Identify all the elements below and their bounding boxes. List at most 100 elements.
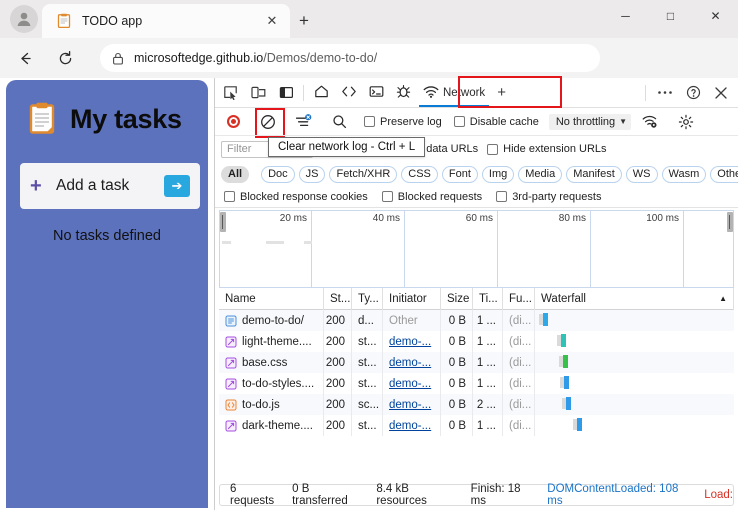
initiator-text: Other [389, 314, 418, 327]
request-name: to-do.js [242, 398, 280, 411]
column-header-initiator[interactable]: Initiator [383, 287, 441, 310]
record-button[interactable] [220, 109, 246, 135]
network-overview-timeline[interactable]: 20 ms 40 ms 60 ms 80 ms 100 ms [219, 210, 734, 288]
network-status-bar: 6 requests 0 B transferred 8.4 kB resour… [219, 483, 734, 507]
table-row[interactable]: demo-to-do/200 d... Other 0 B1 ... (di... [219, 310, 734, 331]
disable-cache-label: Disable cache [469, 115, 539, 128]
table-body: demo-to-do/200 d... Other 0 B1 ... (di... lig… [219, 310, 734, 436]
more-tools-ellipsis-icon[interactable] [652, 80, 678, 106]
column-header-name[interactable]: Name [219, 287, 324, 310]
window-close-button[interactable]: ✕ [693, 0, 738, 32]
checkbox-box [364, 116, 375, 127]
checkbox-box [496, 191, 508, 202]
cell-time: 1 ... [473, 352, 503, 373]
initiator-link[interactable]: demo-... [389, 399, 431, 411]
tab-network[interactable]: Network [417, 78, 491, 107]
address-bar: microsoftedge.github.io/Demos/demo-to-do… [0, 38, 738, 103]
table-row[interactable]: light-theme.... 200 st... demo-... 0 B1 ... (… [219, 331, 734, 352]
cell-waterfall [535, 352, 734, 373]
initiator-link[interactable]: demo-... [389, 336, 431, 348]
stylesheet-icon [225, 357, 237, 369]
filter-button[interactable] [290, 109, 316, 135]
third-party-requests-checkbox[interactable]: 3rd-party requests [496, 191, 601, 203]
hide-extension-urls-checkbox[interactable]: Hide extension URLs [487, 143, 607, 155]
dock-side-icon[interactable] [273, 80, 299, 106]
tab-close-icon[interactable]: ✕ [262, 11, 282, 31]
overview-request-bar [266, 241, 284, 244]
initiator-link[interactable]: demo-... [389, 378, 431, 390]
help-icon[interactable] [680, 80, 706, 106]
devtools-tabbar-right [641, 80, 738, 106]
initiator-link[interactable]: demo-... [389, 357, 431, 369]
tab-welcome[interactable] [308, 78, 335, 107]
column-header-time[interactable]: Ti... [473, 287, 503, 310]
tab-elements[interactable] [335, 78, 363, 107]
add-panel-button[interactable]: + [491, 78, 512, 107]
window-maximize-button[interactable]: □ [648, 0, 693, 32]
reload-button[interactable] [50, 43, 80, 73]
empty-state-text: No tasks defined [52, 228, 161, 244]
chip-font[interactable]: Font [441, 165, 478, 183]
waterfall-duration-bar [563, 355, 568, 368]
column-header-waterfall[interactable]: Waterfall ▲ [535, 287, 734, 310]
close-devtools-icon[interactable] [708, 80, 734, 106]
chip-other[interactable]: Other [710, 165, 738, 183]
chip-media[interactable]: Media [518, 165, 563, 183]
initiator-link[interactable]: demo-... [389, 420, 431, 432]
search-icon[interactable] [326, 109, 352, 135]
table-row[interactable]: dark-theme.... 200 st... demo-... 0 B1 ... (d… [219, 415, 734, 436]
cell-name: light-theme.... [219, 331, 324, 352]
chip-wasm[interactable]: Wasm [661, 165, 707, 183]
chip-css[interactable]: CSS [401, 165, 438, 183]
browser-tab[interactable]: TODO app ✕ [42, 4, 290, 38]
table-row[interactable]: to-do-styles.... 200 st... demo-... 0 B1 ...… [219, 373, 734, 394]
cell-fulfilled: (di... [503, 352, 535, 373]
inspect-element-icon[interactable] [217, 80, 243, 106]
column-header-size[interactable]: Size [441, 287, 473, 310]
add-task-input[interactable]: + Add a task ➔ [20, 163, 200, 209]
throttling-dropdown[interactable]: No throttling ▼ [548, 113, 632, 130]
blocked-requests-checkbox[interactable]: Blocked requests [381, 191, 482, 203]
chip-doc[interactable]: Doc [261, 165, 295, 183]
chip-manifest[interactable]: Manifest [566, 165, 622, 183]
new-tab-button[interactable]: + [292, 9, 316, 33]
chip-img[interactable]: Img [481, 165, 515, 183]
column-header-type[interactable]: Ty... [352, 287, 383, 310]
clear-network-log-button[interactable] [255, 109, 281, 135]
stylesheet-icon [225, 336, 237, 348]
window-minimize-button[interactable]: ─ [603, 0, 648, 32]
chip-fetch-xhr[interactable]: Fetch/XHR [329, 165, 398, 183]
chip-all[interactable]: All [221, 165, 250, 183]
device-emulation-icon[interactable] [245, 80, 271, 106]
back-button[interactable] [10, 43, 40, 73]
chip-js[interactable]: JS [298, 165, 326, 183]
divider [303, 84, 304, 101]
request-name: base.css [242, 356, 288, 369]
column-header-fulfilled[interactable]: Fu... [503, 287, 535, 310]
timeline-right-handle[interactable] [727, 212, 733, 232]
cell-fulfilled: (di... [503, 394, 535, 415]
tab-console[interactable] [363, 78, 390, 107]
disable-cache-checkbox[interactable]: Disable cache [453, 115, 539, 128]
table-row[interactable]: base.css 200 st... demo-... 0 B1 ... (di... [219, 352, 734, 373]
tab-debugger[interactable] [390, 78, 417, 107]
network-icon [423, 84, 439, 102]
network-conditions-icon[interactable] [637, 109, 663, 135]
table-row[interactable]: to-do.js 200 sc... demo-... 0 B2 ... (di... [219, 394, 734, 415]
devtools-tabbar: Network + [215, 76, 738, 138]
finish-time: Finish: 18 ms [470, 483, 521, 507]
chip-ws[interactable]: WS [625, 165, 658, 183]
checkbox-box [381, 191, 393, 202]
preserve-log-checkbox[interactable]: Preserve log [364, 116, 442, 128]
timeline-left-handle[interactable] [220, 212, 226, 232]
column-header-status[interactable]: St... [324, 287, 352, 310]
cell-waterfall [535, 394, 734, 415]
cell-type: st... [352, 373, 383, 394]
profile-avatar[interactable] [10, 5, 38, 33]
dom-content-loaded-time: DOMContentLoaded: 108 ms [547, 483, 679, 507]
url-bar[interactable]: microsoftedge.github.io/Demos/demo-to-do… [100, 44, 600, 72]
add-task-submit-button[interactable]: ➔ [164, 175, 190, 197]
divider [645, 84, 646, 101]
blocked-response-cookies-checkbox[interactable]: Blocked response cookies [224, 191, 368, 203]
settings-gear-icon[interactable] [673, 109, 699, 135]
